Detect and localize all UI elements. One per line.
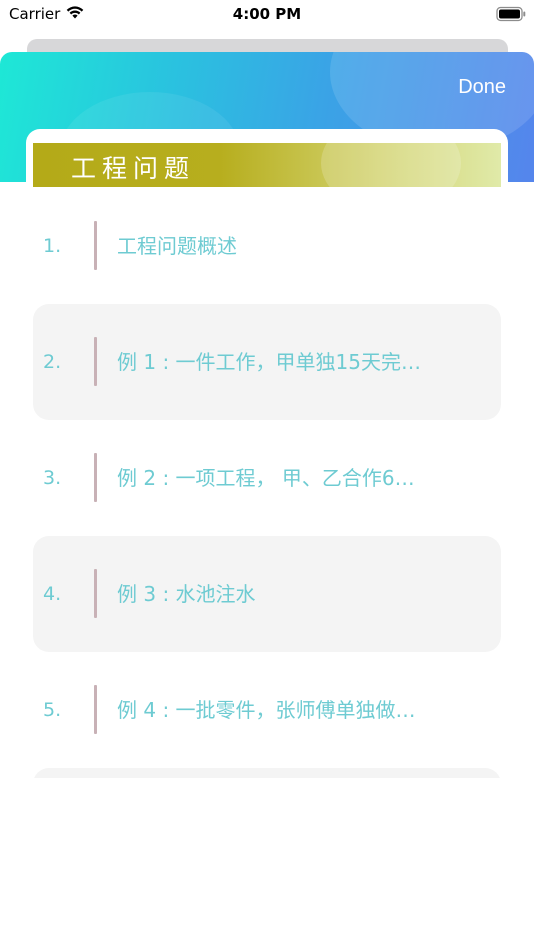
item-divider (94, 337, 97, 386)
item-divider (94, 685, 97, 734)
item-divider (94, 569, 97, 618)
status-time: 4:00 PM (232, 5, 302, 23)
item-divider (94, 221, 97, 270)
item-title: 例 4 : 一批零件，张师傅单独做… (117, 698, 416, 722)
status-bar: Carrier 4:00 PM (0, 0, 534, 28)
list-item[interactable]: 2. 例 1 : 一件工作，甲单独15天完… (33, 304, 501, 420)
item-number: 2. (43, 351, 62, 373)
item-title: 例 2 : 一项工程， 甲、乙合作6… (117, 466, 415, 490)
topic-list: 1. 工程问题概述 2. 例 1 : 一件工作，甲单独15天完… 3. 例 2 … (33, 188, 501, 778)
list-item[interactable]: 1. 工程问题概述 (33, 188, 501, 304)
item-number: 1. (43, 235, 62, 257)
battery-icon (496, 6, 526, 22)
list-item[interactable]: 3. 例 2 : 一项工程， 甲、乙合作6… (33, 420, 501, 536)
item-title: 例 3 : 水池注水 (117, 582, 256, 606)
section-title: 工程问题 (71, 154, 196, 183)
list-item-partial[interactable] (33, 768, 501, 778)
item-number: 5. (43, 699, 62, 721)
item-divider (94, 453, 97, 502)
done-button[interactable]: Done (458, 76, 506, 99)
item-number: 3. (43, 467, 62, 489)
list-item[interactable]: 5. 例 4 : 一批零件，张师傅单独做… (33, 652, 501, 768)
item-title: 工程问题概述 (117, 234, 237, 258)
section-title-banner: 工程问题 (33, 143, 501, 187)
item-title: 例 1 : 一件工作，甲单独15天完… (117, 350, 421, 374)
list-item[interactable]: 4. 例 3 : 水池注水 (33, 536, 501, 652)
item-number: 4. (43, 583, 62, 605)
ribbon-decoration (321, 143, 461, 187)
